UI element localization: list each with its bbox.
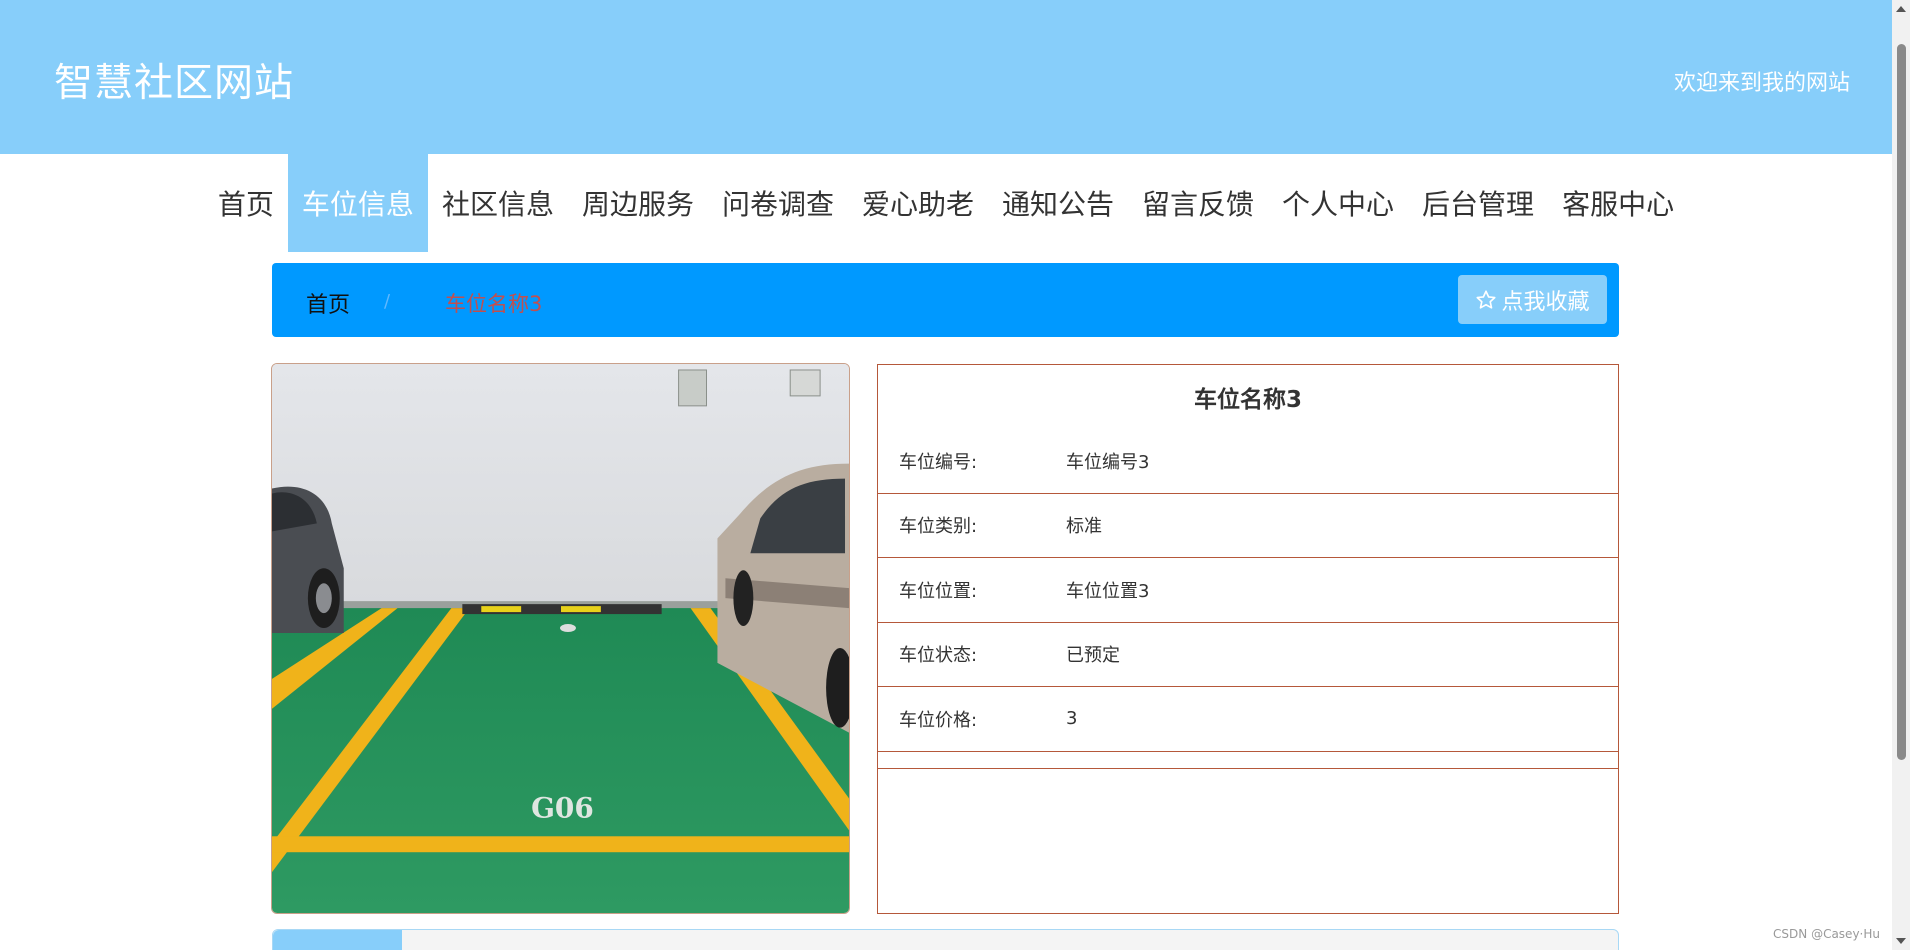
parking-name-title: 车位名称3 [1193, 387, 1302, 413]
field-row-category: 车位类别: 标准 [878, 494, 1618, 558]
detail-tabs [272, 929, 1619, 950]
field-value: 已预定 [1066, 645, 1120, 667]
parking-detail-panel: 车位名称3 车位编号: 车位编号3 车位类别: 标准 车位位置: 车位位置3 车… [877, 364, 1619, 914]
scroll-thumb[interactable] [1897, 44, 1906, 760]
breadcrumb-home-link[interactable]: 首页 [306, 287, 350, 319]
breadcrumb-current: 车位名称3 [445, 292, 543, 316]
breadcrumb: 首页 / 车位名称3 点我收藏 [272, 263, 1619, 337]
field-row-price: 车位价格: 3 [878, 687, 1618, 752]
field-value: 车位位置3 [1066, 580, 1150, 602]
favorite-button[interactable]: 点我收藏 [1458, 275, 1607, 324]
breadcrumb-separator: / [384, 291, 391, 312]
nav-item-feedback[interactable]: 留言反馈 [1128, 154, 1268, 252]
nav-item-community-info[interactable]: 社区信息 [428, 154, 568, 252]
scroll-up-arrow-icon[interactable] [1896, 6, 1906, 12]
tab-details[interactable] [273, 930, 402, 950]
star-outline-icon [1476, 289, 1497, 309]
nav-item-personal-center[interactable]: 个人中心 [1268, 154, 1408, 252]
field-row-status: 车位状态: 已预定 [878, 623, 1618, 687]
favorite-button-label: 点我收藏 [1501, 289, 1590, 315]
field-row-location: 车位位置: 车位位置3 [878, 558, 1618, 623]
field-label: 车位位置: [899, 580, 978, 602]
nav-item-admin[interactable]: 后台管理 [1408, 154, 1548, 252]
nav-item-elderly-care[interactable]: 爱心助老 [848, 154, 988, 252]
main-nav: 首页 车位信息 社区信息 周边服务 问卷调查 爱心助老 通知公告 留言反馈 个人… [0, 154, 1892, 252]
field-row-number: 车位编号: 车位编号3 [878, 429, 1618, 494]
site-header: 智慧社区网站 欢迎来到我的网站 [0, 0, 1892, 154]
field-label: 车位类别: [899, 516, 978, 538]
page-scrollbar[interactable] [1892, 0, 1910, 950]
welcome-text: 欢迎来到我的网站 [1673, 71, 1850, 96]
nav-item-home[interactable]: 首页 [204, 154, 288, 252]
field-value: 标准 [1066, 516, 1102, 538]
nav-item-notices[interactable]: 通知公告 [988, 154, 1128, 252]
field-value: 车位编号3 [1066, 451, 1150, 473]
nav-item-customer-service[interactable]: 客服中心 [1548, 154, 1688, 252]
watermark: CSDN @Casey·Hu [1773, 927, 1880, 941]
parking-space-photo: G06 [271, 363, 850, 914]
site-title[interactable]: 智慧社区网站 [54, 52, 294, 108]
nav-item-nearby-services[interactable]: 周边服务 [568, 154, 708, 252]
field-label: 车位状态: [899, 645, 978, 667]
nav-item-survey[interactable]: 问卷调查 [708, 154, 848, 252]
field-label: 车位编号: [899, 451, 978, 473]
field-value: 3 [1066, 708, 1078, 730]
detail-divider [878, 752, 1618, 769]
scroll-down-arrow-icon[interactable] [1896, 938, 1906, 944]
nav-item-parking-info[interactable]: 车位信息 [287, 154, 428, 252]
svg-text:G06: G06 [531, 791, 594, 824]
field-label: 车位价格: [899, 709, 978, 731]
